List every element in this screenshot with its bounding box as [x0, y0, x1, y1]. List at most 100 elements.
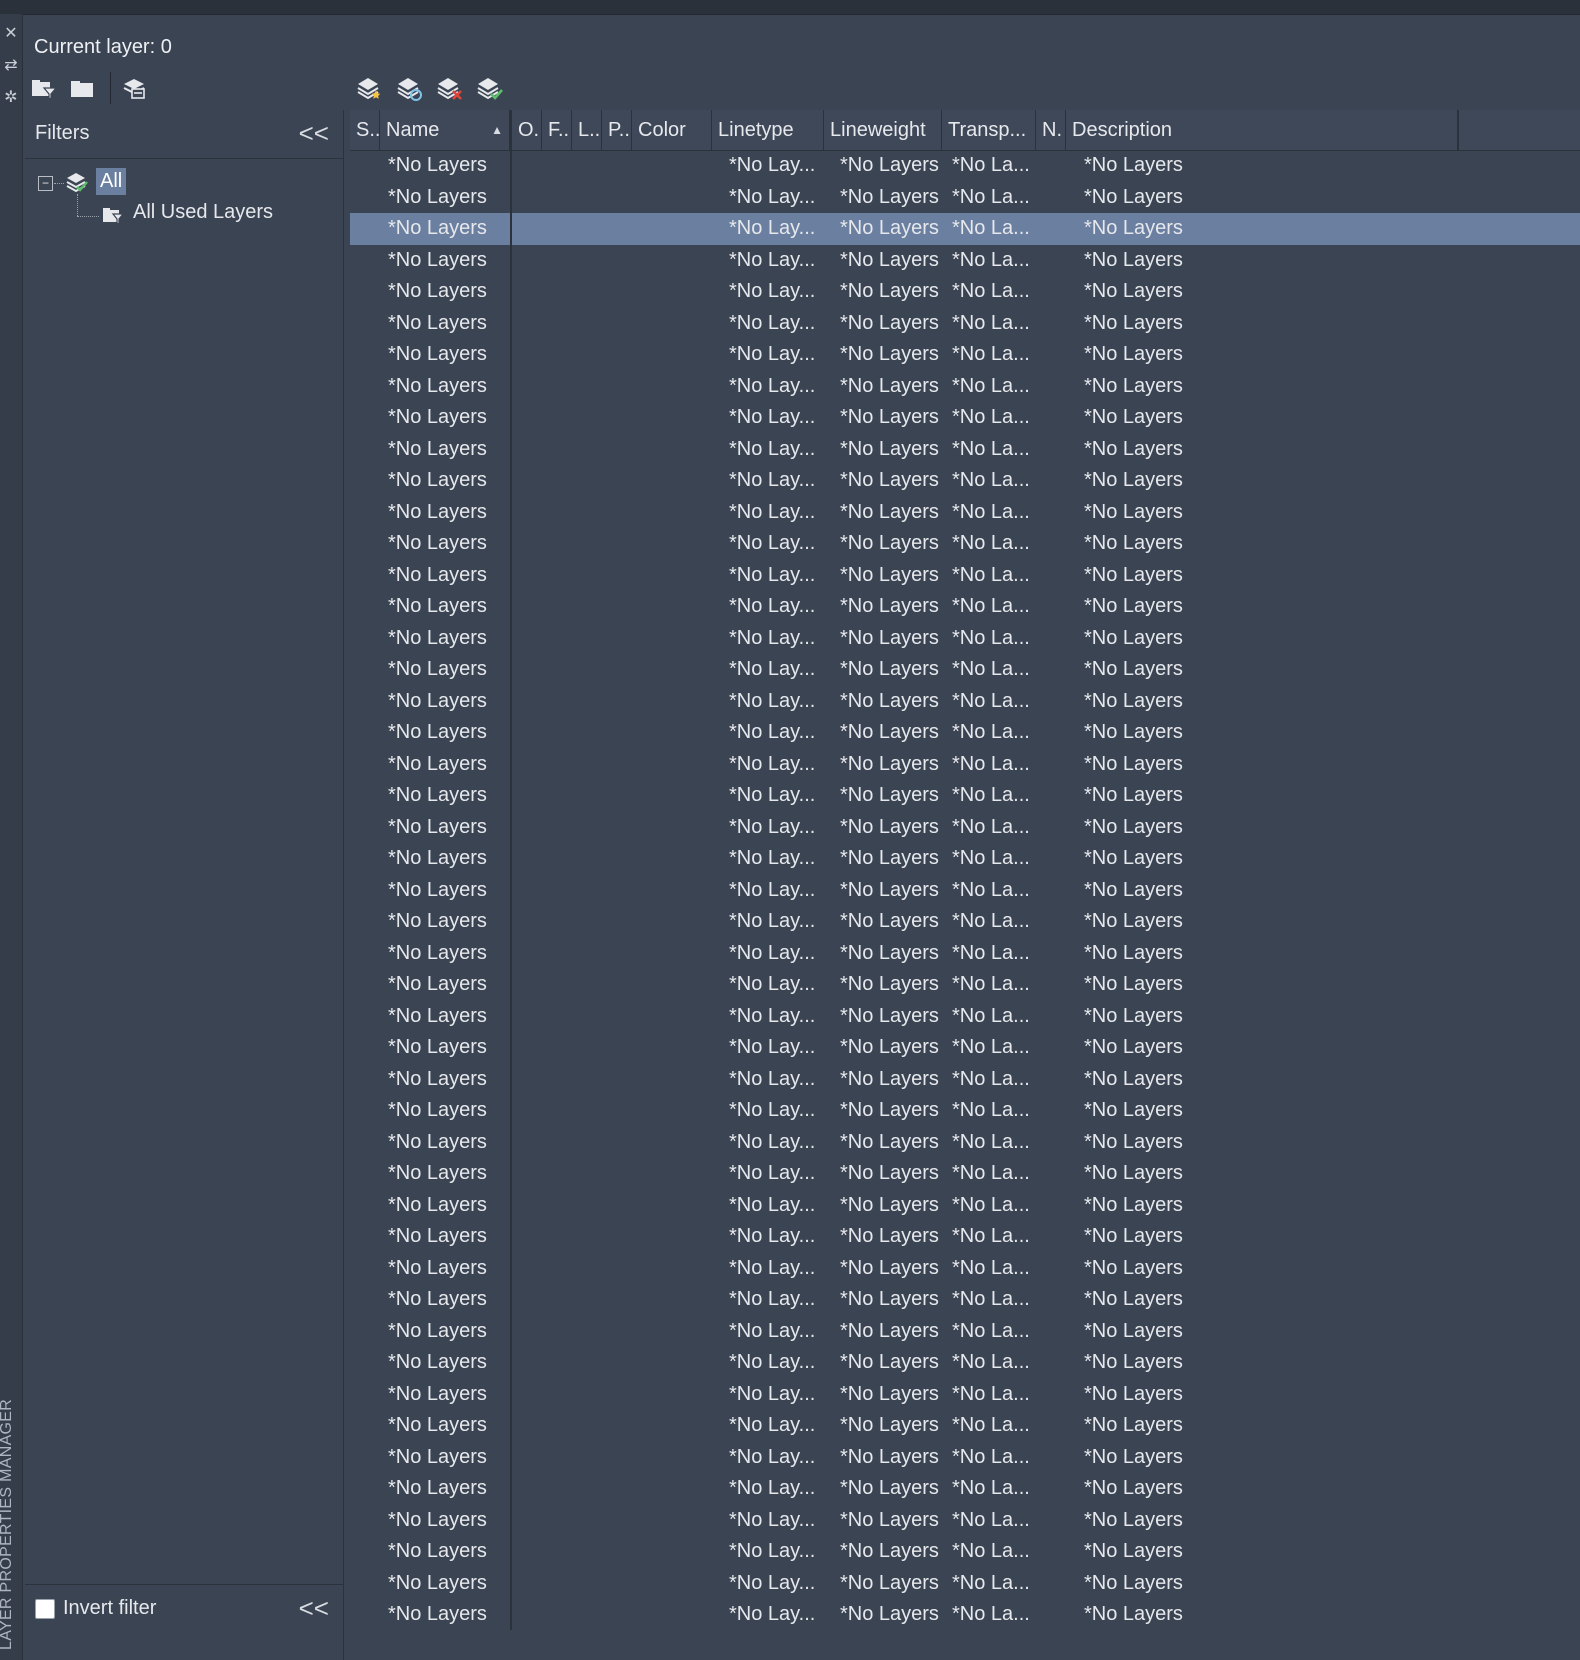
table-row[interactable]: *No Layers *No Lay... *No Layers *No La... *… — [350, 938, 1580, 970]
tree-collapse-toggle[interactable]: − — [38, 176, 53, 191]
column-header-color[interactable]: Color — [632, 110, 712, 150]
column-header-description[interactable]: Description — [1066, 110, 1458, 150]
collapse-filters-button-bottom[interactable]: << — [299, 1593, 329, 1623]
description-cell: *No Layers — [1084, 248, 1183, 271]
table-row[interactable]: *No Layers *No Lay... *No Layers *No La... *… — [350, 1536, 1580, 1568]
layer-name-cell: *No Layers — [388, 1193, 487, 1216]
lineweight-cell: *No Layers — [840, 1603, 939, 1625]
table-row[interactable]: *No Layers *No Lay... *No Layers *No La... *… — [350, 245, 1580, 277]
close-icon[interactable]: ✕ — [0, 24, 22, 44]
layer-name-cell: *No Layers — [388, 469, 487, 491]
table-row[interactable]: *No Layers *No Lay... *No Layers *No La... *… — [350, 1473, 1580, 1505]
table-row[interactable]: *No Layers *No Lay... *No Layers *No La... *… — [350, 1410, 1580, 1442]
layer-name-cell: *No Layers — [388, 1099, 487, 1121]
column-header-freeze[interactable]: F.. — [542, 110, 572, 150]
table-row[interactable]: *No Layers *No Lay... *No Layers *No La... *… — [350, 150, 1580, 182]
lineweight-cell: *No Layers — [840, 1130, 939, 1153]
collapse-filters-button[interactable]: << — [299, 118, 329, 148]
table-row[interactable]: *No Layers *No Lay... *No Layers *No La... *… — [350, 182, 1580, 214]
table-row[interactable]: *No Layers *No Lay... *No Layers *No La... *… — [350, 875, 1580, 907]
description-cell: *No Layers — [1084, 1162, 1183, 1184]
table-row[interactable]: *No Layers *No Lay... *No Layers *No La... *… — [350, 906, 1580, 938]
transparency-cell: *No La... — [952, 500, 1030, 523]
description-cell: *No Layers — [1084, 1603, 1183, 1625]
table-row[interactable]: *No Layers *No Lay... *No Layers *No La... *… — [350, 276, 1580, 308]
lineweight-cell: *No Layers — [840, 1225, 939, 1247]
lineweight-cell: *No Layers — [840, 847, 939, 869]
table-row[interactable]: *No Layers *No Lay... *No Layers *No La... *… — [350, 1505, 1580, 1537]
table-row[interactable]: *No Layers *No Lay... *No Layers *No La... *… — [350, 1001, 1580, 1033]
layer-states-manager-button[interactable] — [118, 72, 150, 104]
column-header-lock[interactable]: L.. — [572, 110, 602, 150]
properties-gear-icon[interactable]: ✲ — [0, 88, 22, 108]
table-row[interactable]: *No Layers *No Lay... *No Layers *No La... *… — [350, 1064, 1580, 1096]
description-cell: *No Layers — [1084, 595, 1183, 617]
table-row[interactable]: *No Layers *No Lay... *No Layers *No La... *… — [350, 1284, 1580, 1316]
invert-filter-checkbox[interactable] — [35, 1599, 55, 1619]
table-row[interactable]: *No Layers *No Lay... *No Layers *No La... *… — [350, 465, 1580, 497]
transparency-cell: *No La... — [952, 658, 1030, 680]
table-row[interactable]: *No Layers *No Lay... *No Layers *No La... *… — [350, 780, 1580, 812]
table-row[interactable]: *No Layers *No Lay... *No Layers *No La... *… — [350, 749, 1580, 781]
new-layer-vp-frozen-button[interactable] — [393, 72, 425, 104]
table-row[interactable]: *No Layers *No Lay... *No Layers *No La... *… — [350, 1095, 1580, 1127]
table-row[interactable]: *No Layers *No Lay... *No Layers *No La... *… — [350, 434, 1580, 466]
new-group-filter-button[interactable] — [66, 72, 98, 104]
table-row[interactable]: *No Layers *No Lay... *No Layers *No La... *… — [350, 1316, 1580, 1348]
header-end-divider — [1458, 110, 1459, 150]
table-row[interactable]: *No Layers *No Lay... *No Layers *No La... *… — [350, 528, 1580, 560]
column-header-name[interactable]: Name ▲ — [380, 110, 510, 150]
table-row[interactable]: *No Layers *No Lay... *No Layers *No La... *… — [350, 623, 1580, 655]
layer-states-icon — [123, 79, 145, 99]
table-row[interactable]: *No Layers *No Lay... *No Layers *No La... *… — [350, 1190, 1580, 1222]
table-row[interactable]: *No Layers *No Lay... *No Layers *No La... *… — [350, 308, 1580, 340]
table-row[interactable]: *No Layers *No Lay... *No Layers *No La... *… — [350, 969, 1580, 1001]
layer-name-cell: *No Layers — [388, 721, 487, 743]
table-row[interactable]: *No Layers *No Lay... *No Layers *No La... *… — [350, 560, 1580, 592]
invert-filter-label: Invert filter — [63, 1597, 157, 1619]
table-row[interactable]: *No Layers *No Lay... *No Layers *No La... *… — [350, 371, 1580, 403]
table-row[interactable]: *No Layers *No Lay... *No Layers *No La... *… — [350, 843, 1580, 875]
new-layer-button[interactable] — [353, 72, 385, 104]
auto-hide-icon[interactable]: ⇄ — [0, 56, 22, 76]
table-row[interactable]: *No Layers *No Lay... *No Layers *No La... *… — [350, 1347, 1580, 1379]
table-row[interactable]: *No Layers *No Lay... *No Layers *No La... *… — [350, 654, 1580, 686]
new-property-filter-button[interactable] — [28, 72, 60, 104]
table-row[interactable]: *No Layers *No Lay... *No Layers *No La... *… — [350, 686, 1580, 718]
table-row[interactable]: *No Layers *No Lay... *No Layers *No La... *… — [350, 497, 1580, 529]
layer-name-cell: *No Layers — [388, 1130, 487, 1153]
table-row[interactable]: *No Layers *No Lay... *No Layers *No La... *… — [350, 1599, 1580, 1631]
table-row[interactable]: *No Layers *No Lay... *No Layers *No La... *… — [350, 1127, 1580, 1159]
tree-connector — [77, 216, 99, 217]
tree-item-all[interactable]: All — [96, 168, 127, 195]
table-row[interactable]: *No Layers *No Lay... *No Layers *No La... *… — [350, 1442, 1580, 1474]
tree-item-all-used-layers[interactable]: All Used Layers — [133, 201, 273, 224]
column-header-transparency[interactable]: Transp... — [942, 110, 1036, 150]
description-cell: *No Layers — [1084, 689, 1183, 712]
table-row[interactable]: *No Layers *No Lay... *No Layers *No La... *… — [350, 1379, 1580, 1411]
column-header-new-vp-freeze[interactable]: N. — [1036, 110, 1066, 150]
table-row[interactable]: *No Layers *No Lay... *No Layers *No La... *… — [350, 1158, 1580, 1190]
transparency-cell: *No La... — [952, 311, 1030, 334]
table-row[interactable]: *No Layers *No Lay... *No Layers *No La... *… — [350, 717, 1580, 749]
table-row[interactable]: *No Layers *No Lay... *No Layers *No La... *… — [350, 1032, 1580, 1064]
column-header-status[interactable]: S.. — [350, 110, 380, 150]
transparency-cell: *No La... — [952, 1225, 1030, 1247]
table-row[interactable]: *No Layers *No Lay... *No Layers *No La... *… — [350, 591, 1580, 623]
table-row[interactable]: *No Layers *No Lay... *No Layers *No La... *… — [350, 812, 1580, 844]
column-header-linetype[interactable]: Linetype — [712, 110, 824, 150]
table-row[interactable]: *No Layers *No Lay... *No Layers *No La... *… — [350, 402, 1580, 434]
linetype-cell: *No Lay... — [729, 437, 816, 460]
table-row[interactable]: *No Layers *No Lay... *No Layers *No La... *… — [350, 339, 1580, 371]
column-header-lineweight[interactable]: Lineweight — [824, 110, 942, 150]
column-header-plot[interactable]: P.. — [602, 110, 632, 150]
table-row[interactable]: *No Layers *No Lay... *No Layers *No La... *… — [350, 1253, 1580, 1285]
delete-layer-button[interactable] — [433, 72, 465, 104]
layer-name-cell: *No Layers — [388, 689, 487, 712]
table-row[interactable]: *No Layers *No Lay... *No Layers *No La... *… — [350, 1221, 1580, 1253]
column-header-on[interactable]: O. — [512, 110, 542, 150]
table-row[interactable]: *No Layers *No Lay... *No Layers *No La... *… — [350, 1568, 1580, 1600]
table-row[interactable]: *No Layers *No Lay... *No Layers *No La... *… — [350, 213, 1580, 245]
set-current-button[interactable] — [473, 72, 505, 104]
linetype-cell: *No Lay... — [729, 910, 816, 932]
